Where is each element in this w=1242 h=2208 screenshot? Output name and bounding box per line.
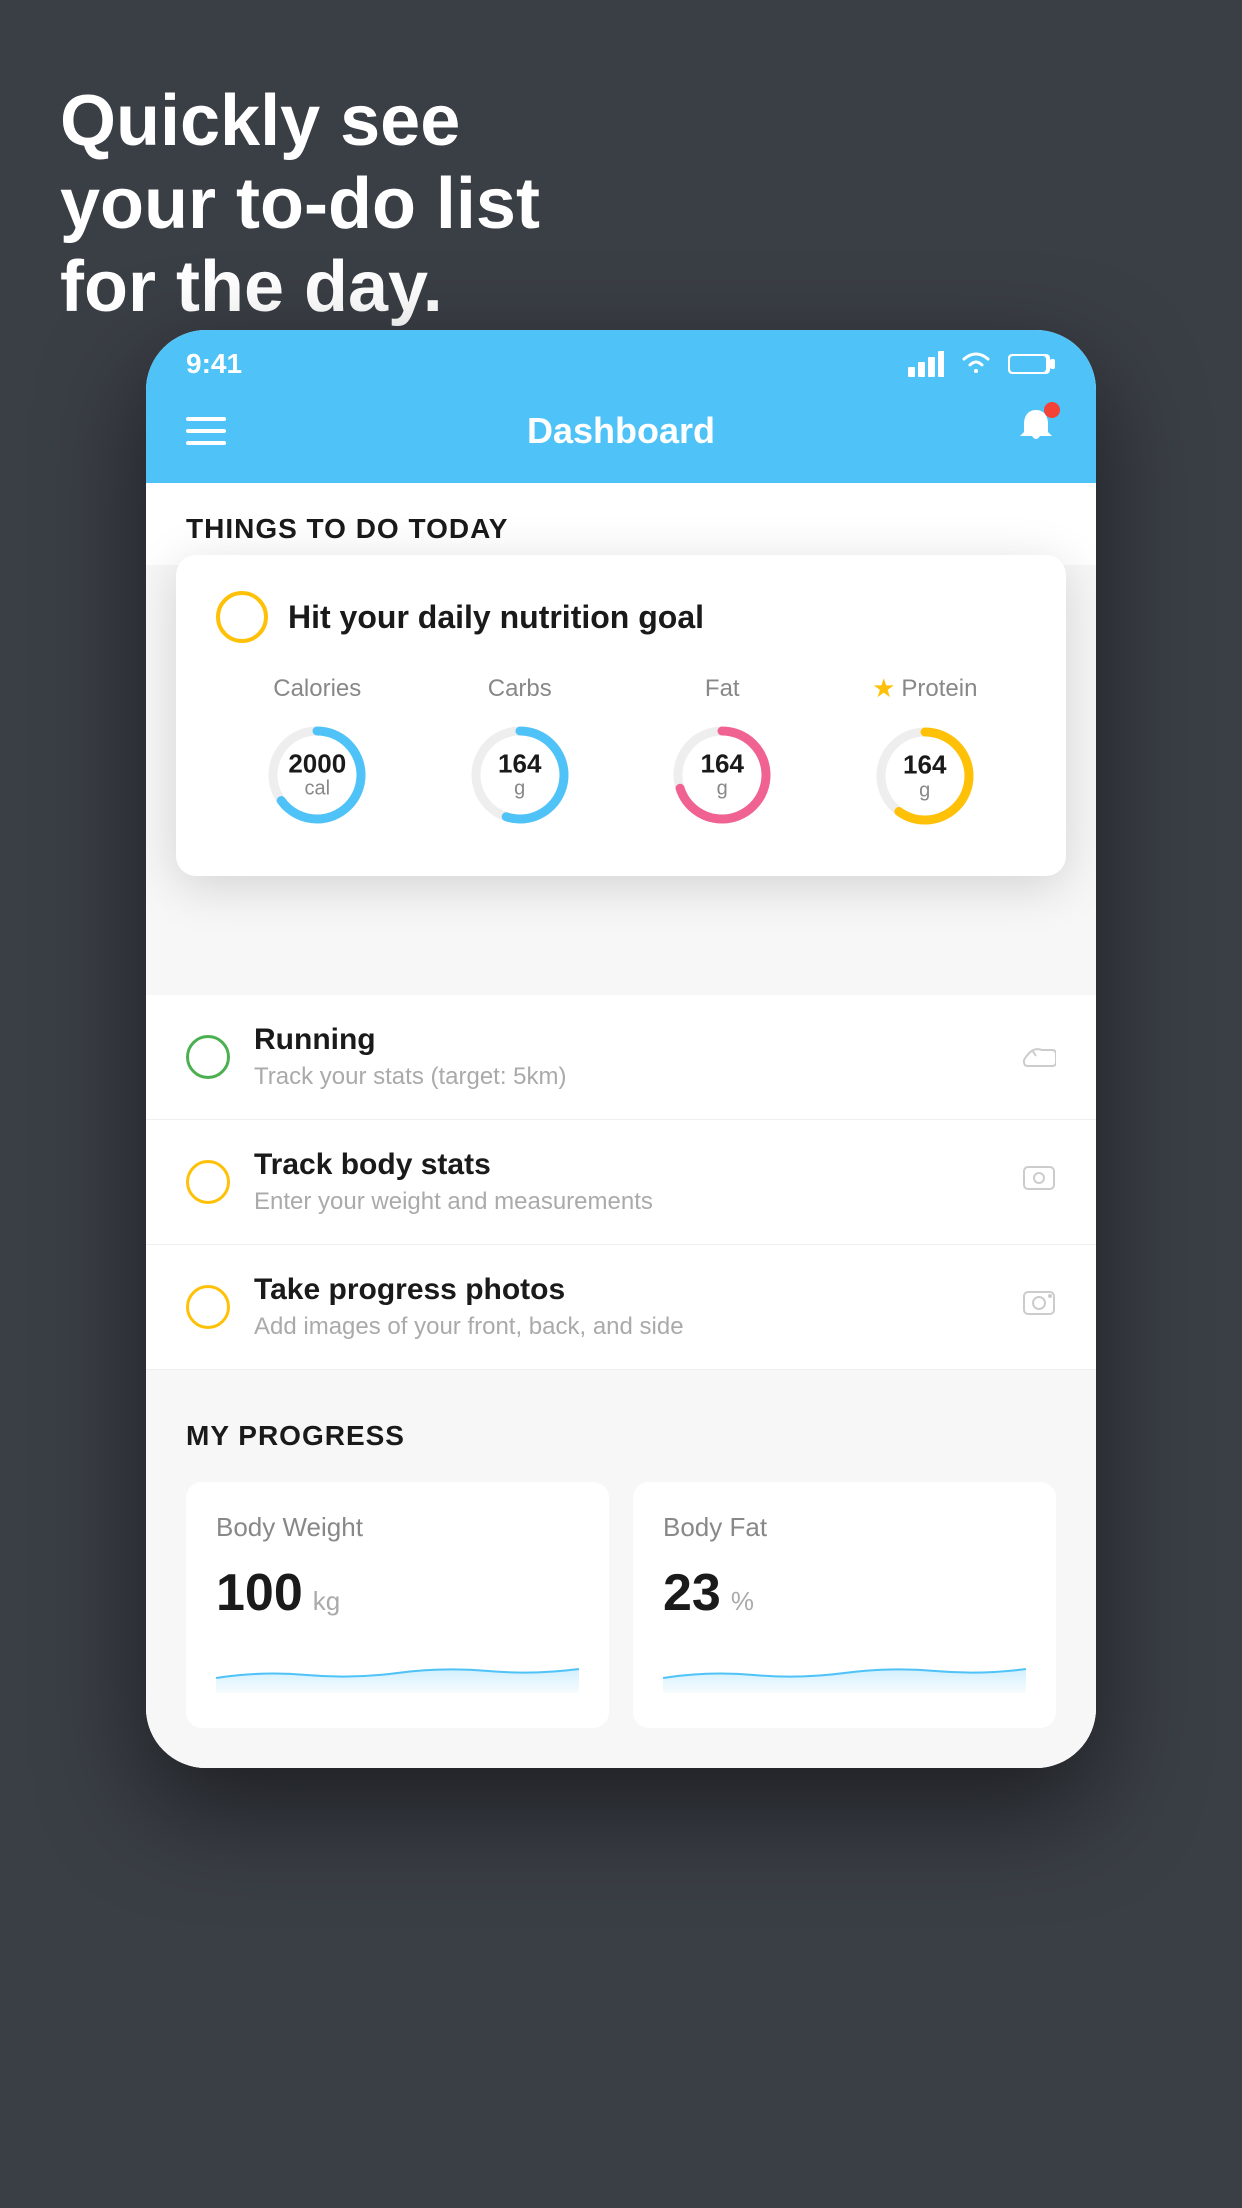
app-content: THINGS TO DO TODAY Hit your daily nutrit… (146, 483, 1096, 1768)
todo-text: Take progress photos Add images of your … (254, 1273, 998, 1341)
donut-chart: 164 g (865, 716, 985, 836)
progress-header: MY PROGRESS (186, 1420, 1056, 1452)
progress-card-title: Body Weight (216, 1512, 579, 1543)
donut-value: 164 (903, 751, 946, 780)
hero-line2: your to-do list (60, 163, 540, 246)
notification-badge (1044, 402, 1060, 418)
todo-text: Track body stats Enter your weight and m… (254, 1148, 998, 1216)
donut-center: 164 g (903, 751, 946, 802)
todo-item-running[interactable]: Running Track your stats (target: 5km) (146, 995, 1096, 1120)
donut-value: 164 (498, 749, 541, 778)
app-header: Dashboard (146, 388, 1096, 483)
wave-chart (216, 1643, 579, 1693)
nutrition-label: Carbs (488, 675, 552, 703)
donut-center: 164 g (498, 749, 541, 800)
progress-value-row: 23 % (663, 1563, 1026, 1623)
donut-center: 2000 cal (288, 749, 346, 800)
todo-title: Running (254, 1023, 998, 1057)
todo-subtitle: Enter your weight and measurements (254, 1188, 998, 1216)
progress-unit: % (731, 1586, 754, 1617)
todo-circle (186, 1160, 230, 1204)
nutrition-card: Hit your daily nutrition goal Calories 2… (176, 555, 1066, 876)
progress-cards: Body Weight 100 kg Body Fat 23 % (186, 1482, 1056, 1728)
header-title: Dashboard (527, 410, 715, 452)
wave-chart (663, 1643, 1026, 1693)
progress-section: MY PROGRESS Body Weight 100 kg (146, 1370, 1096, 1768)
battery-icon (1008, 352, 1056, 376)
floating-card-spacer: Hit your daily nutrition goal Calories 2… (146, 565, 1096, 795)
nutrition-item-carbs: Carbs 164 g (460, 675, 580, 835)
donut-chart: 164 g (662, 715, 782, 835)
hero-text: Quickly see your to-do list for the day. (60, 80, 540, 328)
hero-line3: for the day. (60, 246, 540, 329)
donut-value: 2000 (288, 749, 346, 778)
nutrition-item-protein: ★ Protein 164 g (865, 673, 985, 836)
donut-unit: g (498, 778, 541, 800)
progress-card-body-weight[interactable]: Body Weight 100 kg (186, 1482, 609, 1728)
todo-circle (186, 1285, 230, 1329)
donut-unit: g (903, 779, 946, 801)
donut-unit: g (701, 778, 744, 800)
progress-value: 100 (216, 1563, 303, 1623)
donut-value: 164 (701, 749, 744, 778)
todo-text: Running Track your stats (target: 5km) (254, 1023, 998, 1091)
nutrition-row: Calories 2000 cal Carbs 164 (216, 673, 1026, 836)
time-display: 9:41 (186, 348, 242, 380)
donut-unit: cal (288, 778, 346, 800)
todo-circle (186, 1035, 230, 1079)
todo-list: Running Track your stats (target: 5km) T… (146, 995, 1096, 1370)
nutrition-check-circle[interactable] (216, 591, 268, 643)
donut-chart: 2000 cal (257, 715, 377, 835)
status-icons (908, 351, 1056, 377)
things-to-do-header: THINGS TO DO TODAY (146, 483, 1096, 565)
nutrition-card-title: Hit your daily nutrition goal (288, 599, 704, 636)
nutrition-item-fat: Fat 164 g (662, 675, 782, 835)
hamburger-icon[interactable] (186, 417, 226, 445)
donut-chart: 164 g (460, 715, 580, 835)
nutrition-item-calories: Calories 2000 cal (257, 675, 377, 835)
nutrition-label: Fat (705, 675, 740, 703)
donut-center: 164 g (701, 749, 744, 800)
status-bar: 9:41 (146, 330, 1096, 388)
progress-unit: kg (313, 1586, 340, 1617)
progress-value-row: 100 kg (216, 1563, 579, 1623)
signal-icon (908, 351, 944, 377)
photo-icon (1022, 1288, 1056, 1327)
bell-icon[interactable] (1016, 406, 1056, 455)
nutrition-label: Calories (273, 675, 361, 703)
hero-line1: Quickly see (60, 80, 540, 163)
todo-subtitle: Track your stats (target: 5km) (254, 1063, 998, 1091)
todo-item-progress-photos[interactable]: Take progress photos Add images of your … (146, 1245, 1096, 1370)
scale-icon (1022, 1161, 1056, 1204)
card-header: Hit your daily nutrition goal (216, 591, 1026, 643)
shoe-icon (1022, 1038, 1056, 1077)
progress-card-body-fat[interactable]: Body Fat 23 % (633, 1482, 1056, 1728)
wifi-icon (958, 351, 994, 377)
phone-shell: 9:41 (146, 330, 1096, 1768)
todo-item-body-stats[interactable]: Track body stats Enter your weight and m… (146, 1120, 1096, 1245)
nutrition-label: ★ Protein (872, 673, 977, 704)
progress-card-title: Body Fat (663, 1512, 1026, 1543)
todo-subtitle: Add images of your front, back, and side (254, 1313, 998, 1341)
progress-value: 23 (663, 1563, 721, 1623)
todo-title: Track body stats (254, 1148, 998, 1182)
todo-title: Take progress photos (254, 1273, 998, 1307)
phone-container: 9:41 (146, 330, 1096, 1768)
